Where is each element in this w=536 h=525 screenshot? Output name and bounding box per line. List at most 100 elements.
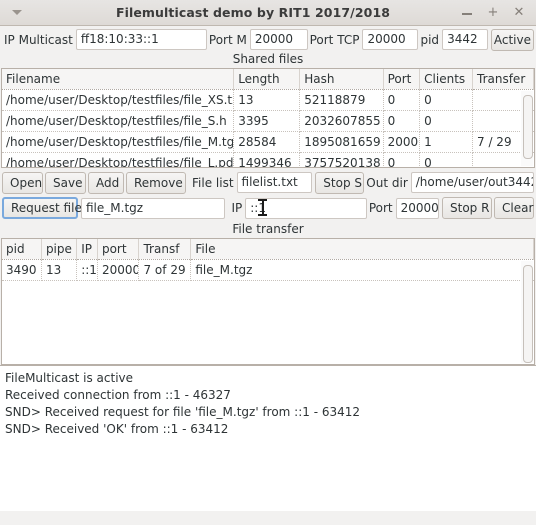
minimize-button[interactable]: [460, 6, 474, 20]
cell-clients: 0: [419, 110, 473, 132]
cell-ip: ::1: [76, 259, 98, 281]
active-button[interactable]: Active: [490, 28, 534, 51]
cell-length: 3395: [233, 110, 301, 132]
port-m-label: Port M: [208, 32, 247, 47]
cell-length: 13: [233, 89, 301, 111]
file-list-label: File list: [192, 175, 234, 190]
column-header-port[interactable]: port: [97, 239, 140, 260]
table-row[interactable]: /home/user/Desktop/testfiles/file_L.pdf …: [2, 152, 534, 167]
cell-port: 0: [383, 152, 421, 167]
log-line: Received connection from ::1 - 46327: [5, 388, 231, 402]
cell-filename: /home/user/Desktop/testfiles/file_L.pdf: [2, 152, 235, 167]
caret-down-icon[interactable]: [12, 10, 22, 15]
cell-port: 20000: [97, 259, 140, 281]
cell-clients: 0: [419, 89, 473, 111]
remove-button[interactable]: Remove: [126, 171, 186, 194]
cell-pid: 3490: [2, 259, 42, 281]
column-header-pipe[interactable]: pipe: [41, 239, 78, 260]
titlebar-left-area: [0, 10, 60, 15]
shared-files-table[interactable]: Filename Length Hash Port Clients Transf…: [1, 68, 535, 168]
cell-port: 0: [383, 89, 421, 111]
cell-clients: 1: [419, 131, 473, 153]
table-row[interactable]: 3490 13 ::1 20000 7 of 29 file_M.tgz: [2, 259, 534, 281]
column-header-port[interactable]: Port: [383, 69, 421, 90]
connection-settings-row: IP Multicast ff18:10:33::1 Port M 20000 …: [0, 26, 536, 51]
maximize-button[interactable]: +: [486, 5, 500, 20]
out-dir-input[interactable]: /home/user/out3442: [410, 172, 534, 193]
column-header-hash[interactable]: Hash: [299, 69, 384, 90]
cell-file: file_M.tgz: [190, 259, 534, 281]
log-line: SND> Received request for file 'file_M.t…: [5, 405, 361, 419]
port-tcp-input[interactable]: 20000: [362, 29, 419, 50]
cell-clients: 0: [419, 152, 473, 167]
shared-files-body: /home/user/Desktop/testfiles/file_XS.txt…: [2, 89, 534, 167]
file-transfer-section-label: File transfer: [0, 220, 536, 238]
cell-hash: 3757520138: [299, 152, 384, 167]
cell-hash: 52118879: [299, 89, 384, 111]
request-file-row: Request file file_M.tgz IP ::1 Port 2000…: [0, 194, 536, 220]
shared-files-grid: Filename Length Hash Port Clients Transf…: [2, 69, 534, 167]
window-title: Filemulticast demo by RIT1 2017/2018: [115, 5, 391, 20]
pid-label: pid: [420, 32, 440, 47]
column-header-length[interactable]: Length: [233, 69, 301, 90]
add-button[interactable]: Add: [88, 171, 124, 194]
out-dir-label: Out dir: [366, 175, 408, 190]
file-toolbar-row: Open Save Add Remove File list filelist.…: [0, 168, 536, 194]
request-ip-label: IP: [231, 201, 243, 215]
file-transfer-header-row: pid pipe IP port Transf File: [2, 239, 534, 260]
shared-files-header-row: Filename Length Hash Port Clients Transf…: [2, 69, 534, 90]
request-file-input[interactable]: file_M.tgz: [81, 197, 226, 219]
file-transfer-body: 3490 13 ::1 20000 7 of 29 file_M.tgz: [2, 259, 534, 281]
port-tcp-label: Port TCP: [309, 32, 360, 47]
log-panel[interactable]: FileMulticast is active Received connect…: [0, 365, 536, 511]
ip-multicast-label: IP Multicast: [4, 32, 73, 47]
column-header-ip[interactable]: IP: [76, 239, 98, 260]
cell-hash: 1895081659: [299, 131, 384, 153]
request-port-input[interactable]: 20000: [395, 197, 439, 219]
cell-length: 1499346: [233, 152, 301, 167]
title-bar: Filemulticast demo by RIT1 2017/2018 + ✕: [0, 0, 536, 26]
pid-input[interactable]: 3442: [442, 29, 488, 50]
open-button[interactable]: Open: [2, 171, 43, 194]
application-window: Filemulticast demo by RIT1 2017/2018 + ✕…: [0, 0, 536, 525]
cell-port: 20000: [383, 131, 421, 153]
file-transfer-table[interactable]: pid pipe IP port Transf File 3490 13 ::1…: [1, 238, 535, 365]
table-row[interactable]: /home/user/Desktop/testfiles/file_XS.txt…: [2, 89, 534, 111]
log-line: FileMulticast is active: [5, 371, 134, 385]
port-m-input[interactable]: 20000: [249, 29, 308, 50]
log-line: SND> Received 'OK' from ::1 - 63412: [5, 422, 229, 436]
file-transfer-scrollbar[interactable]: [521, 261, 533, 363]
column-header-file[interactable]: File: [190, 239, 534, 260]
file-transfer-scrollbar-thumb[interactable]: [523, 265, 533, 363]
cell-port: 0: [383, 110, 421, 132]
cell-filename: /home/user/Desktop/testfiles/file_S.h: [2, 110, 235, 132]
file-list-input[interactable]: filelist.txt: [236, 172, 313, 193]
stop-r-button[interactable]: Stop R: [442, 197, 492, 219]
save-button[interactable]: Save: [45, 171, 86, 194]
column-header-clients[interactable]: Clients: [419, 69, 473, 90]
shared-files-scrollbar[interactable]: [521, 91, 533, 166]
column-header-transf[interactable]: Transf: [138, 239, 192, 260]
column-header-transfer[interactable]: Transfer: [472, 69, 534, 90]
cell-length: 28584: [233, 131, 301, 153]
column-header-pid[interactable]: pid: [2, 239, 42, 260]
cell-pipe: 13: [41, 259, 78, 281]
shared-files-scrollbar-thumb[interactable]: [523, 95, 533, 159]
window-controls: + ✕: [446, 5, 536, 20]
close-button[interactable]: ✕: [512, 5, 526, 20]
cell-filename: /home/user/Desktop/testfiles/file_M.tgz: [2, 131, 235, 153]
column-header-filename[interactable]: Filename: [2, 69, 235, 90]
table-row[interactable]: /home/user/Desktop/testfiles/file_M.tgz …: [2, 131, 534, 153]
stop-s-button[interactable]: Stop S: [315, 171, 365, 194]
request-file-button[interactable]: Request file: [2, 197, 82, 219]
table-row[interactable]: /home/user/Desktop/testfiles/file_S.h 33…: [2, 110, 534, 132]
request-ip-input[interactable]: ::1: [245, 197, 367, 219]
cell-hash: 2032607855: [299, 110, 384, 132]
cell-transf: 7 of 29: [138, 259, 192, 281]
shared-files-section-label: Shared files: [0, 51, 536, 68]
clear-button[interactable]: Clear: [494, 197, 534, 219]
cell-filename: /home/user/Desktop/testfiles/file_XS.txt: [2, 89, 235, 111]
file-transfer-grid: pid pipe IP port Transf File 3490 13 ::1…: [2, 239, 534, 281]
ip-multicast-input[interactable]: ff18:10:33::1: [75, 29, 207, 50]
request-port-label: Port: [368, 201, 393, 215]
